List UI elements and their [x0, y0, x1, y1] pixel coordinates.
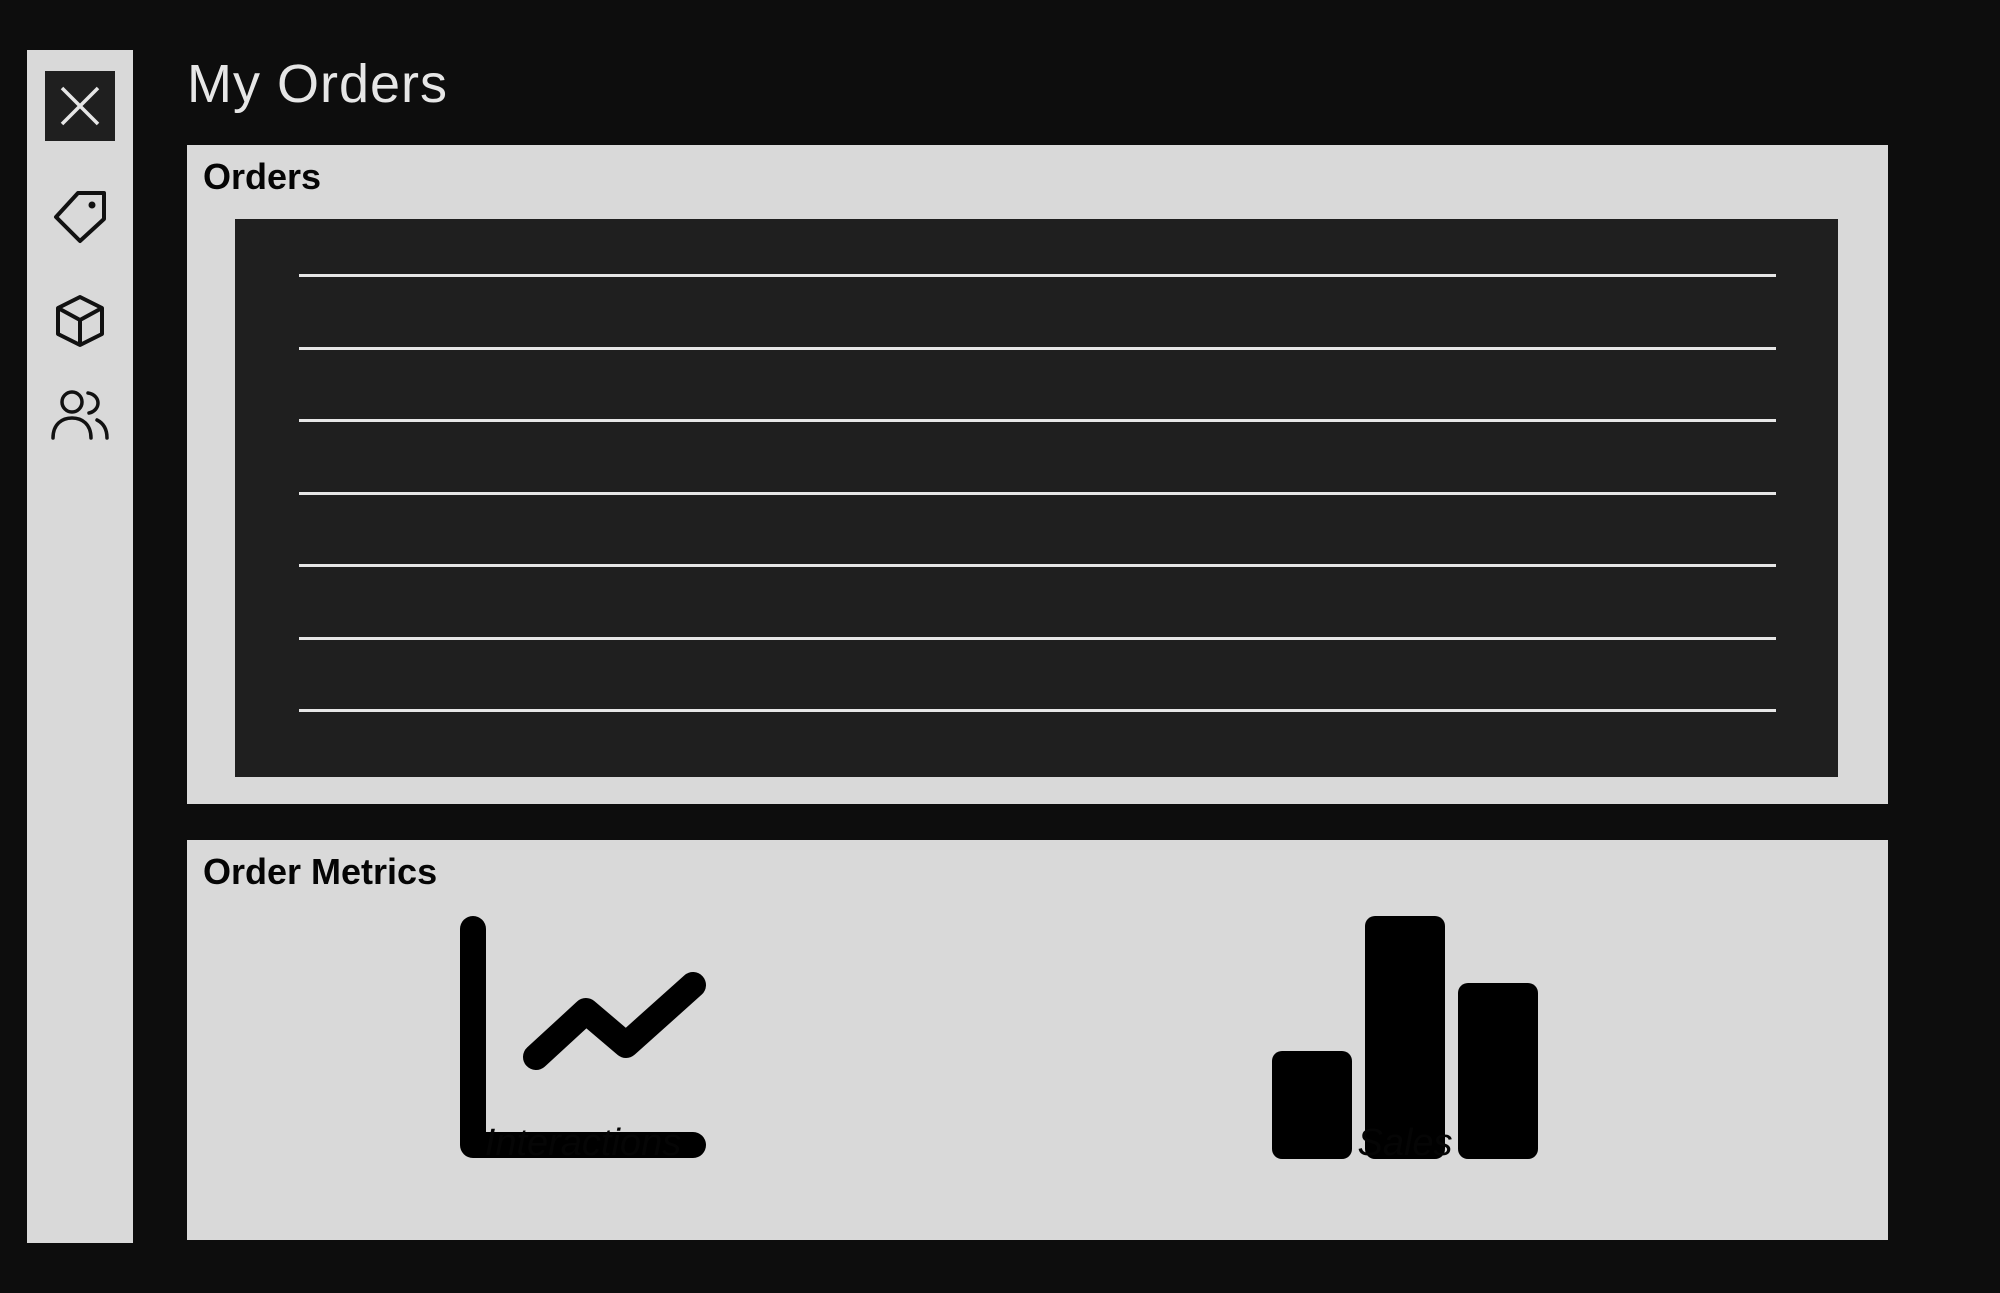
- interactions-metric-tile[interactable]: Interactions: [403, 915, 763, 1215]
- close-icon: [60, 86, 100, 126]
- orders-panel-title: Orders: [203, 156, 322, 197]
- order-metrics-panel: Order Metrics Interactions Sales: [187, 840, 1888, 1240]
- sidebar: [27, 50, 133, 1243]
- order-row[interactable]: [299, 274, 1776, 277]
- users-icon: [51, 390, 109, 440]
- order-metrics-panel-title: Order Metrics: [203, 851, 438, 892]
- order-row[interactable]: [299, 419, 1776, 422]
- interactions-label: Interactions: [484, 1122, 682, 1164]
- close-button[interactable]: [45, 71, 115, 141]
- sidebar-item-tags[interactable]: [45, 182, 115, 252]
- order-row[interactable]: [299, 564, 1776, 567]
- orders-list: [235, 219, 1838, 777]
- orders-panel: Orders: [187, 145, 1888, 804]
- sidebar-item-customers[interactable]: [45, 380, 115, 450]
- order-row[interactable]: [299, 491, 1776, 495]
- page-title: My Orders: [187, 54, 449, 114]
- order-row[interactable]: [299, 709, 1776, 712]
- tag-icon: [54, 191, 106, 243]
- sidebar-item-products[interactable]: [45, 286, 115, 356]
- sales-label: Sales: [1357, 1122, 1453, 1164]
- order-row[interactable]: [299, 636, 1776, 640]
- app-root: My Orders Orders Order Metrics Interacti…: [0, 0, 2000, 1293]
- order-row[interactable]: [299, 346, 1776, 350]
- box-icon: [56, 295, 104, 347]
- sales-metric-tile[interactable]: Sales: [1225, 915, 1585, 1215]
